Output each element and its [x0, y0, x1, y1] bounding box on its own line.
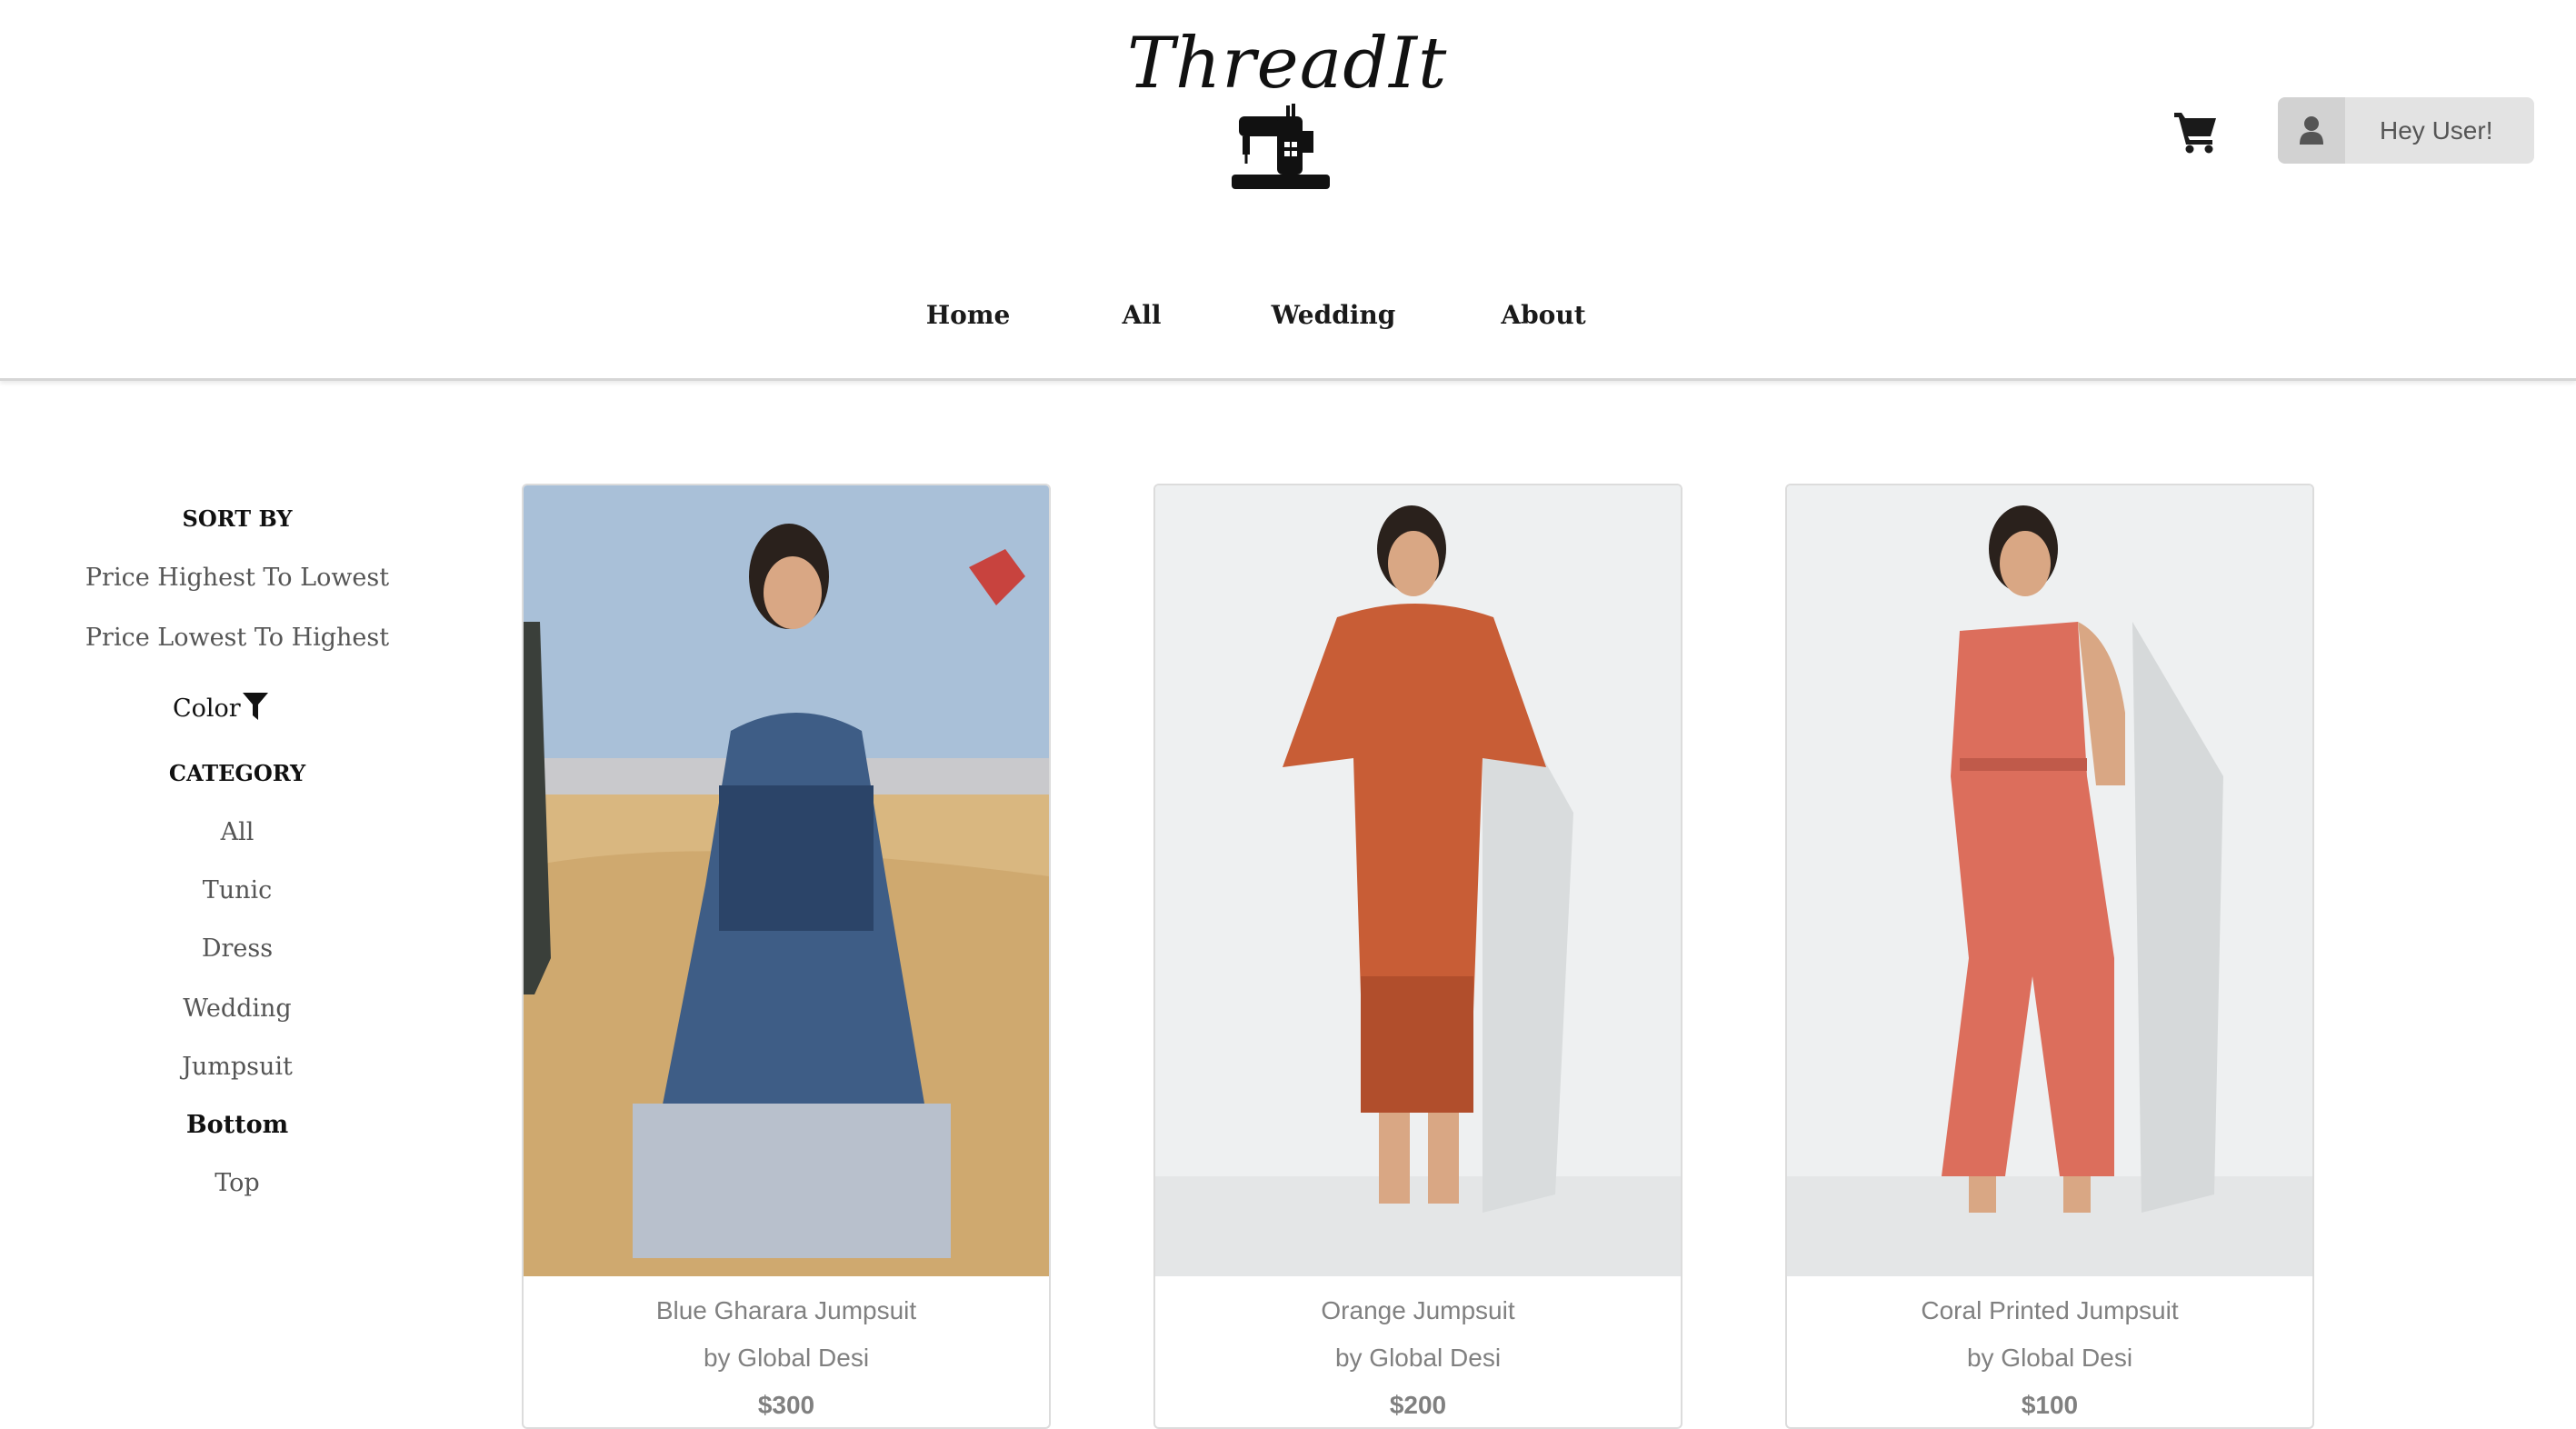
color-filter-toggle[interactable]: Color: [173, 693, 282, 723]
product-title: Orange Jumpsuit: [1321, 1296, 1515, 1324]
sewing-machine-icon: [1232, 104, 1330, 189]
category-item-all[interactable]: All: [55, 818, 420, 846]
cart-icon[interactable]: [2172, 107, 2220, 155]
site-logo[interactable]: ThreadIt: [1127, 20, 1448, 202]
nav-item-home[interactable]: Home: [926, 300, 1011, 330]
category-heading: CATEGORY: [168, 760, 306, 786]
nav-item-all[interactable]: All: [1123, 300, 1162, 330]
product-card[interactable]: Orange Jumpsuit by Global Desi $200: [1153, 484, 1682, 1429]
avatar: [2278, 97, 2345, 164]
product-card[interactable]: Blue Gharara Jumpsuit by Global Desi $30…: [522, 484, 1051, 1429]
category-item-wedding[interactable]: Wedding: [55, 994, 420, 1023]
product-image: [524, 485, 1049, 1276]
color-filter-label: Color: [173, 695, 241, 723]
product-brand: by Global Desi: [1966, 1344, 2133, 1372]
product-title: Blue Gharara Jumpsuit: [655, 1296, 917, 1324]
filter-icon: [242, 693, 268, 720]
product-image: [1787, 485, 2312, 1276]
nav-item-wedding[interactable]: Wedding: [1272, 300, 1396, 330]
user-icon: [2300, 116, 2323, 145]
category-item-bottom[interactable]: Bottom: [55, 1111, 420, 1139]
category-item-dress[interactable]: Dress: [55, 934, 420, 963]
product-card[interactable]: Coral Printed Jumpsuit by Global Desi $1…: [1785, 484, 2314, 1429]
product-price: $100: [2021, 1391, 2079, 1419]
category-item-tunic[interactable]: Tunic: [55, 876, 420, 904]
main-nav: Home All Wedding About: [0, 300, 2576, 345]
sort-price-low-high[interactable]: Price Lowest To Highest: [55, 624, 420, 652]
product-title: Coral Printed Jumpsuit: [1921, 1296, 2179, 1324]
product-image: [1155, 485, 1681, 1276]
sort-by-heading: SORT BY: [182, 505, 293, 532]
product-brand: by Global Desi: [703, 1344, 870, 1372]
logo-wordmark: ThreadIt: [1127, 23, 1448, 105]
nav-item-about[interactable]: About: [1501, 300, 1585, 330]
product-brand: by Global Desi: [1334, 1344, 1502, 1372]
product-price: $300: [757, 1391, 815, 1419]
category-item-jumpsuit[interactable]: Jumpsuit: [55, 1053, 420, 1081]
product-price: $200: [1389, 1391, 1447, 1419]
category-item-top[interactable]: Top: [55, 1169, 420, 1197]
user-greeting: Hey User!: [2380, 116, 2493, 145]
sort-price-high-low[interactable]: Price Highest To Lowest: [55, 564, 420, 592]
user-menu-button[interactable]: Hey User!: [2278, 97, 2534, 164]
site-header: ThreadIt Hey User! Home All Wedding Abou…: [0, 0, 2576, 381]
